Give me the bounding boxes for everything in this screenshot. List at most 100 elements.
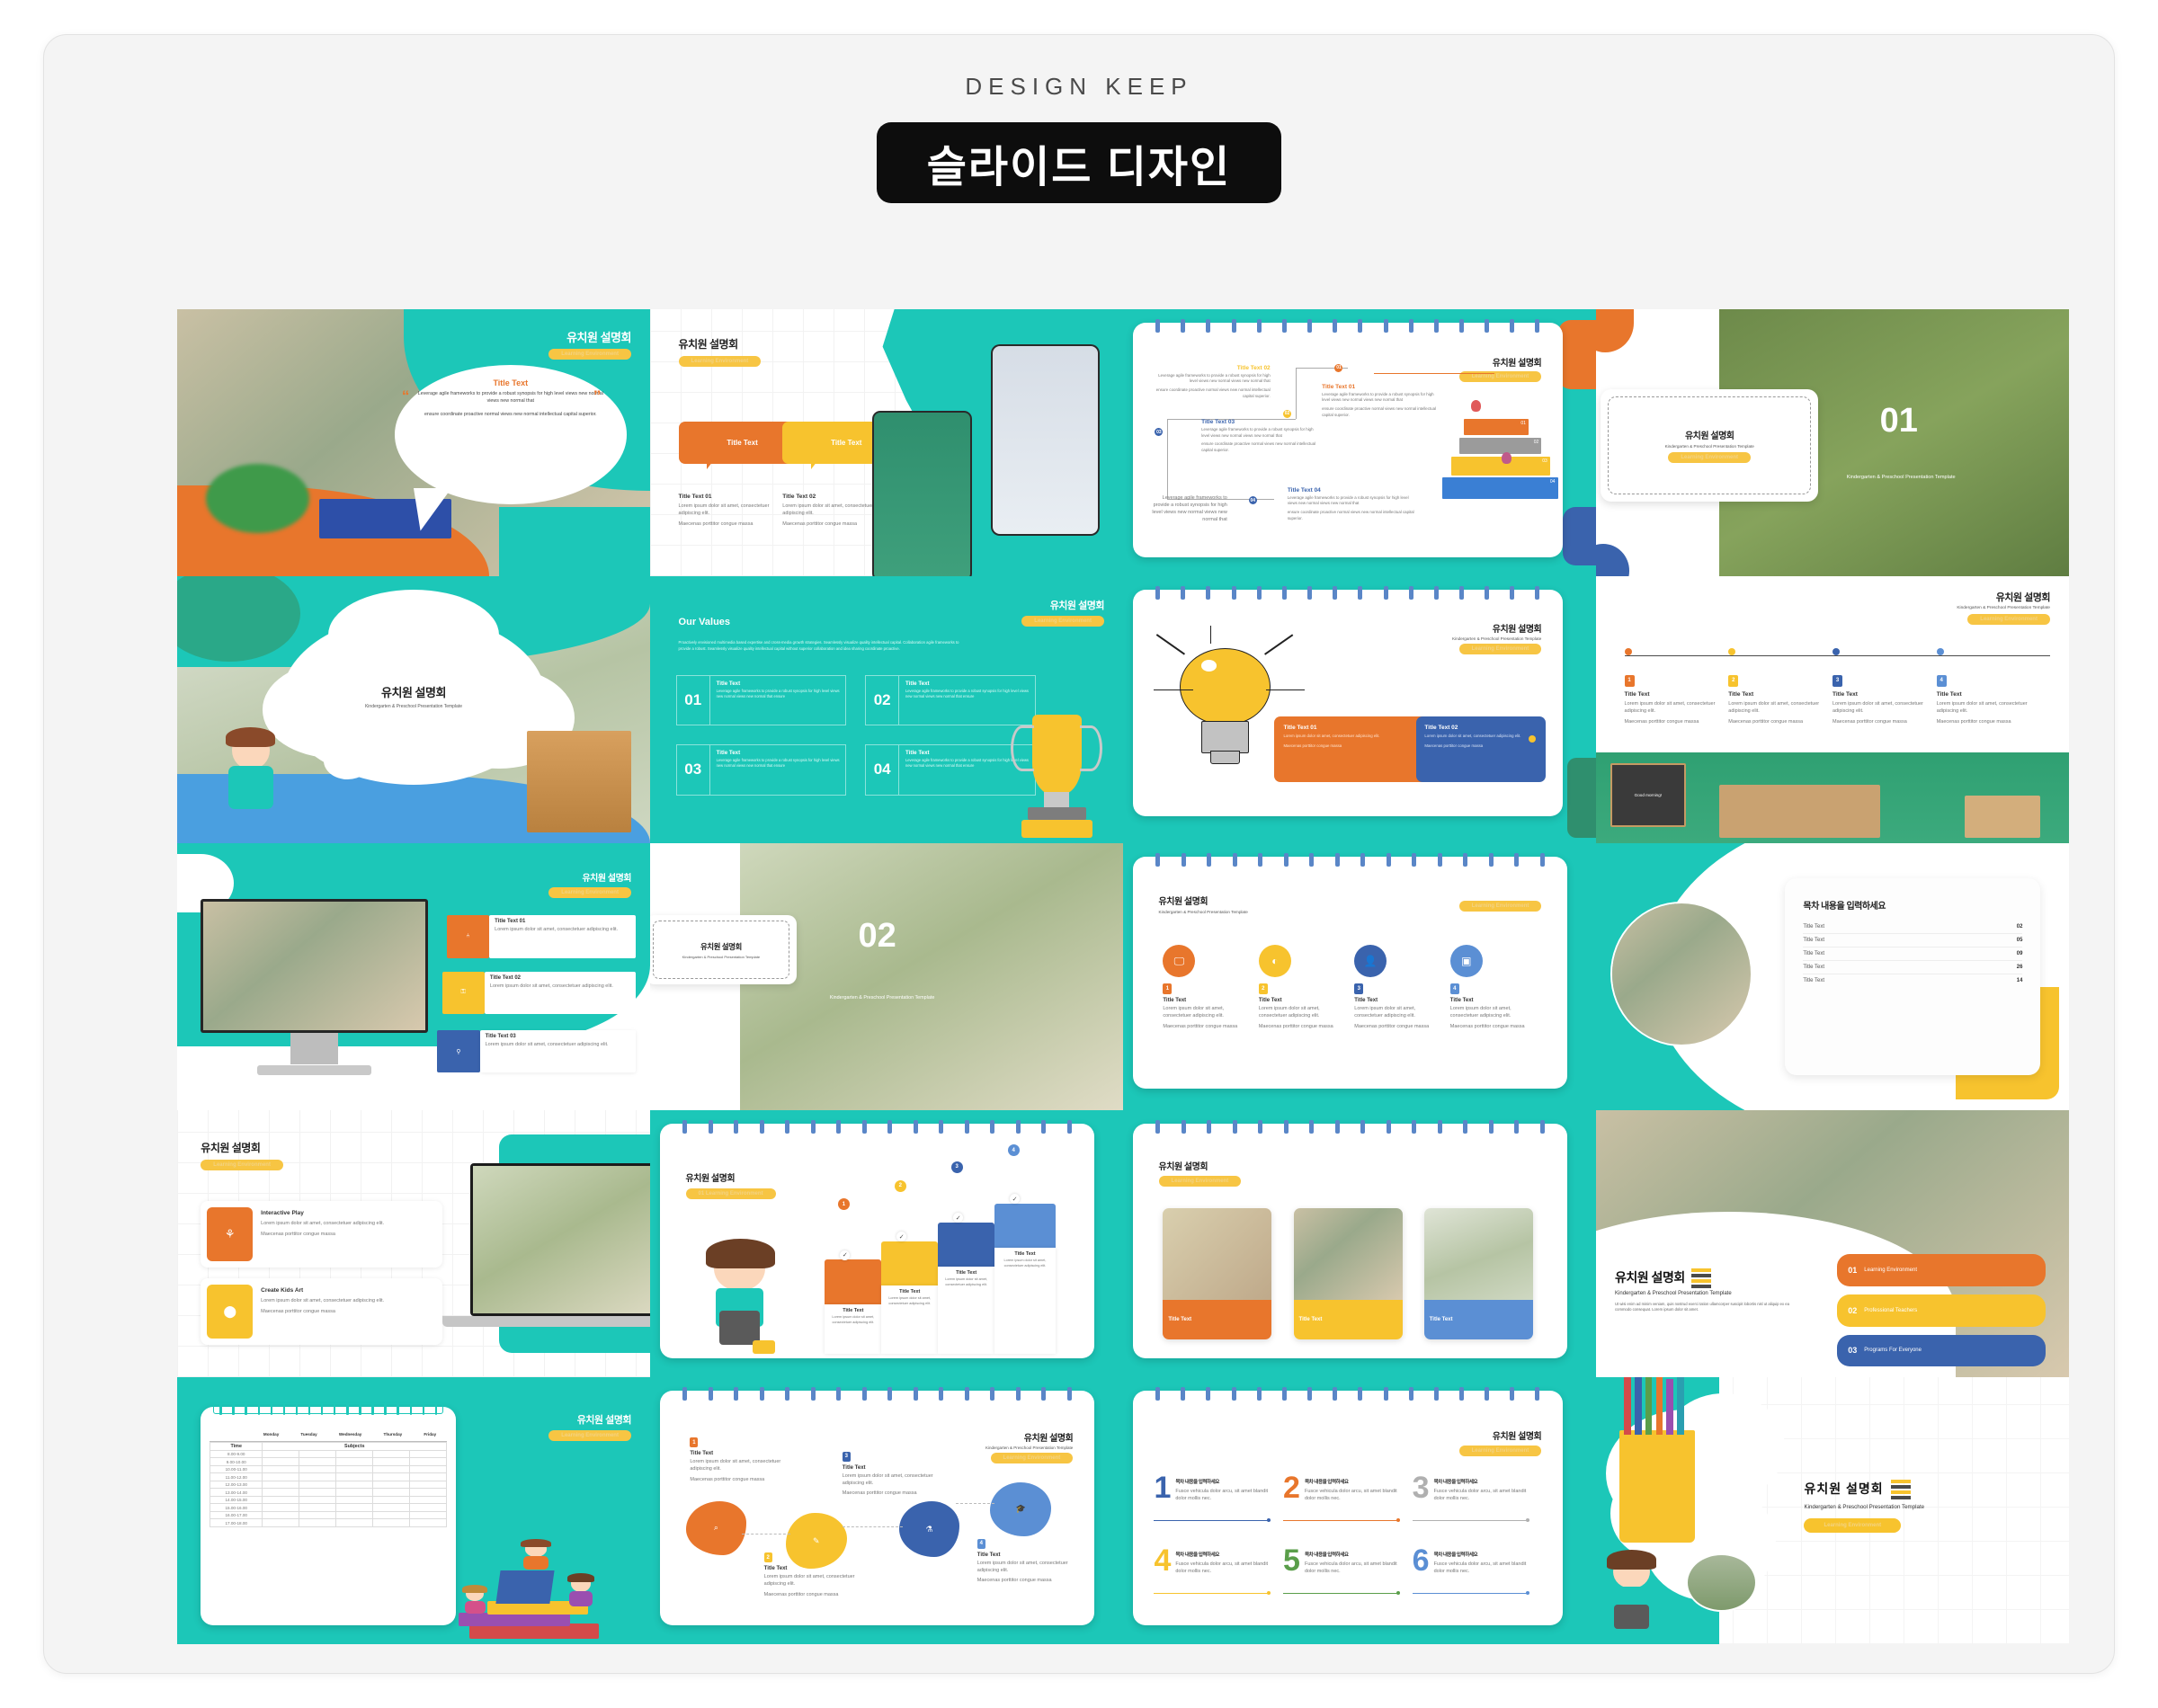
teacher-icon: 👤 (1354, 945, 1387, 978)
table-row: 12.00-13.00 (210, 1480, 448, 1490)
slide2-title: 유치원 설명회 (678, 337, 739, 351)
slide5-sub: Kindergarten & Preschool Presentation Te… (364, 703, 462, 709)
slide16-sub: Kindergarten & Preschool Presentation Te… (1615, 1291, 1732, 1297)
toc-row4-page: 26 (2016, 964, 2023, 970)
slide14-badge-3: 3 (950, 1161, 963, 1173)
presentation-icon: ▣ (1449, 945, 1483, 978)
slide16-pill1-num: 01 (1848, 1266, 1858, 1276)
slide3-body-4c: Leverage agile frameworks to provide a r… (1152, 494, 1227, 523)
toc-title: 목차 내용을 입력하세요 (1803, 901, 1886, 912)
slide-quote-speech-bubble[interactable]: 유치원 설명회 Learning Environment Title Text … (177, 309, 650, 576)
slide13-feature1-body2: Maecenas porttitor congue massa (261, 1232, 335, 1238)
toc-row[interactable]: Title Text 05 (1803, 934, 2023, 947)
palette-icon: ◐ (1258, 945, 1291, 978)
sched-time-5: 12.00-13.00 (210, 1480, 263, 1490)
slide3-body-1a: Leverage agile frameworks to provide a r… (1322, 391, 1434, 403)
graduation-cap-icon: 🎓 (990, 1481, 1052, 1536)
sched-day-3: Wednesday (338, 1431, 362, 1437)
slide11-badge: Learning Environment (1458, 900, 1542, 912)
toc-row3-page: 09 (2016, 950, 2023, 956)
page-title: 슬라이드 디자인 (877, 122, 1281, 203)
slide4-sub: Kindergarten & Preschool Presentation Te… (1664, 443, 1754, 449)
table-row: 15.00-16.00 (210, 1503, 448, 1512)
slide14-step2-heading: Title Text (899, 1289, 921, 1295)
monitor-icon: 🖵 (1163, 945, 1196, 978)
slide3-body-2a: Leverage agile frameworks to provide a r… (1158, 372, 1271, 384)
slide8-step3-body2: Maecenas porttitor congue massa (1833, 719, 1907, 725)
table-row: 11.00-12.00 (210, 1472, 448, 1481)
table-row: 8.00-9.00 (210, 1449, 448, 1459)
slide-our-values[interactable]: 유치원 설명회 Learning Environment Our Values … (650, 576, 1123, 843)
slide-laptop-features[interactable]: 유치원 설명회 Learning Environment ⚘ Interacti… (177, 1110, 650, 1377)
slide-six-number-list[interactable]: 유치원 설명회 Learning Environment 1 목차 내용을 입력… (1123, 1377, 1596, 1644)
toc-row[interactable]: Title Text 09 (1803, 947, 2023, 961)
toc-row4-label: Title Text (1803, 964, 1825, 970)
slide3-block-3: 03 (1450, 456, 1550, 476)
slide6-box3-num: 03 (677, 745, 710, 795)
slide-hero-three-pills[interactable]: 유치원 설명회 Kindergarten & Preschool Present… (1596, 1110, 2069, 1377)
trophy-icon (1005, 715, 1110, 843)
slide-weekly-schedule[interactable]: 유치원 설명회 Learning Environment Monday Tues… (177, 1377, 650, 1644)
pencil-cup-icon (1619, 1377, 1696, 1543)
slide9-item1-heading: Title Text 01 (495, 919, 526, 925)
slide6-badge: Learning Environment (1021, 615, 1104, 627)
slide-closing-cloud-title[interactable]: 유치원 설명회 Kindergarten & Preschool Present… (1596, 1377, 2069, 1644)
slide16-pill2-label: Professional Teachers (1864, 1307, 1918, 1313)
boy-character-icon (219, 727, 281, 822)
check-icon: ✓ (896, 1232, 907, 1242)
sched-time-10: 17.00-18.00 (210, 1518, 263, 1527)
slide11-item4-body2: Maecenas porttitor congue massa (1449, 1023, 1525, 1029)
slide-staircase-steps[interactable]: 유치원 설명회 01 Learning Environment Title Te… (650, 1110, 1123, 1377)
slide6-box2-heading: Title Text (905, 680, 930, 687)
open-quote-icon: “ (401, 387, 410, 405)
slide19-item5-heading: 목차 내용을 입력하세요 (1304, 1552, 1349, 1558)
slide-mobile-mockup[interactable]: 유치원 설명회 Learning Environment Title Text … (650, 309, 1123, 576)
slide-lightbulb-cards[interactable]: 유치원 설명회 Kindergarten & Preschool Present… (1123, 576, 1596, 843)
slide-table-of-contents[interactable]: 목차 내용을 입력하세요 Title Text 02 Title Text 05… (1596, 843, 2069, 1110)
slide19-item3-body: Fusce vehicula dolor arcu, sit amet blan… (1433, 1488, 1527, 1502)
slide11-item1-heading: Title Text (1163, 998, 1187, 1004)
slide-horizontal-timeline[interactable]: 유치원 설명회 Kindergarten & Preschool Present… (1596, 576, 2069, 843)
slide18-node1-body: Lorem ipsum dolor sit amet, consectetuer… (690, 1459, 781, 1472)
slide14-badge: 01 Learning Environment (685, 1188, 776, 1200)
toc-row[interactable]: Title Text 14 (1803, 974, 2022, 987)
toc-row[interactable]: Title Text 02 (1803, 921, 2023, 934)
slide14-step4-body: Lorem ipsum dolor sit amet, consectetuer… (1003, 1259, 1047, 1268)
poster-frame: DESIGN KEEP 슬라이드 디자인 유치원 설명회 Learning En… (43, 34, 2115, 1674)
slide8-step4-body: Lorem ipsum dolor sit amet, consectetuer… (1936, 700, 2028, 715)
slide-divider-02[interactable]: 02 Kindergarten & Preschool Presentation… (650, 843, 1123, 1110)
slide7-title: 유치원 설명회 (1492, 625, 1542, 636)
slide18-node4-body: Lorem ipsum dolor sit amet, consectetuer… (976, 1560, 1068, 1573)
slide7-badge: Learning Environment (1458, 644, 1542, 655)
table-row: 13.00-14.00 (210, 1488, 448, 1497)
rocking-horse-icon: ⚘ (207, 1206, 254, 1262)
slide18-node4-num: 4 (976, 1538, 985, 1549)
slide-cloud-cover-title[interactable]: 유치원 설명회 Kindergarten & Preschool Present… (177, 576, 650, 843)
slide-divider-01[interactable]: 01 Kindergarten & Preschool Presentation… (1596, 309, 2069, 576)
sched-time-7: 14.00-15.00 (210, 1495, 263, 1505)
magnifier-icon: ⚲ (437, 1029, 480, 1073)
poster-page: DESIGN KEEP 슬라이드 디자인 유치원 설명회 Learning En… (0, 0, 2158, 1708)
slide1-quote-body-2: ensure coordinate proactive normal views… (424, 411, 597, 417)
toc-row[interactable]: Title Text 26 (1803, 961, 2023, 974)
slide-zigzag-blobs[interactable]: 유치원 설명회 Kindergarten & Preschool Present… (650, 1377, 1123, 1644)
slide-three-photo-cards[interactable]: 유치원 설명회 Learning Environment Title Text … (1123, 1110, 1596, 1377)
slide11-item1-num: 1 (1163, 983, 1173, 995)
key-icon: ⚿ (441, 971, 485, 1015)
slide6-box3-heading: Title Text (716, 750, 741, 757)
slide1-title: 유치원 설명회 (566, 330, 631, 344)
slide4-overlay-caption: Kindergarten & Preschool Presentation Te… (1846, 475, 1956, 481)
table-row: 16.00-17.00 (210, 1510, 448, 1520)
toc-row2-label: Title Text (1803, 937, 1825, 943)
slide-monitor-puzzle[interactable]: 유치원 설명회 Learning Environment ⑃ Title Tex… (177, 843, 650, 1110)
slide-tree-diagram[interactable]: 유치원 설명회 Learning Environment 01 02 03 04… (1123, 309, 1596, 576)
schedule-table[interactable]: Time Subjects 8.00-9.00 9.00-10.00 10.00… (210, 1442, 448, 1527)
slide2-item1-heading: Title Text 01 (678, 493, 712, 500)
slide19-item1-body: Fusce vehicula dolor arcu, sit amet blan… (1175, 1488, 1269, 1502)
slide-four-circle-icons[interactable]: 유치원 설명회 Kindergarten & Preschool Present… (1123, 843, 1596, 1110)
slide19-item2-body: Fusce vehicula dolor arcu, sit amet blan… (1304, 1488, 1397, 1502)
slide3-block-4: 04 (1442, 477, 1559, 499)
slide6-title: 유치원 설명회 (1049, 600, 1105, 611)
slide8-step1-num: 1 (1624, 674, 1635, 687)
slide3-heading-1: Title Text 01 (1322, 383, 1356, 390)
